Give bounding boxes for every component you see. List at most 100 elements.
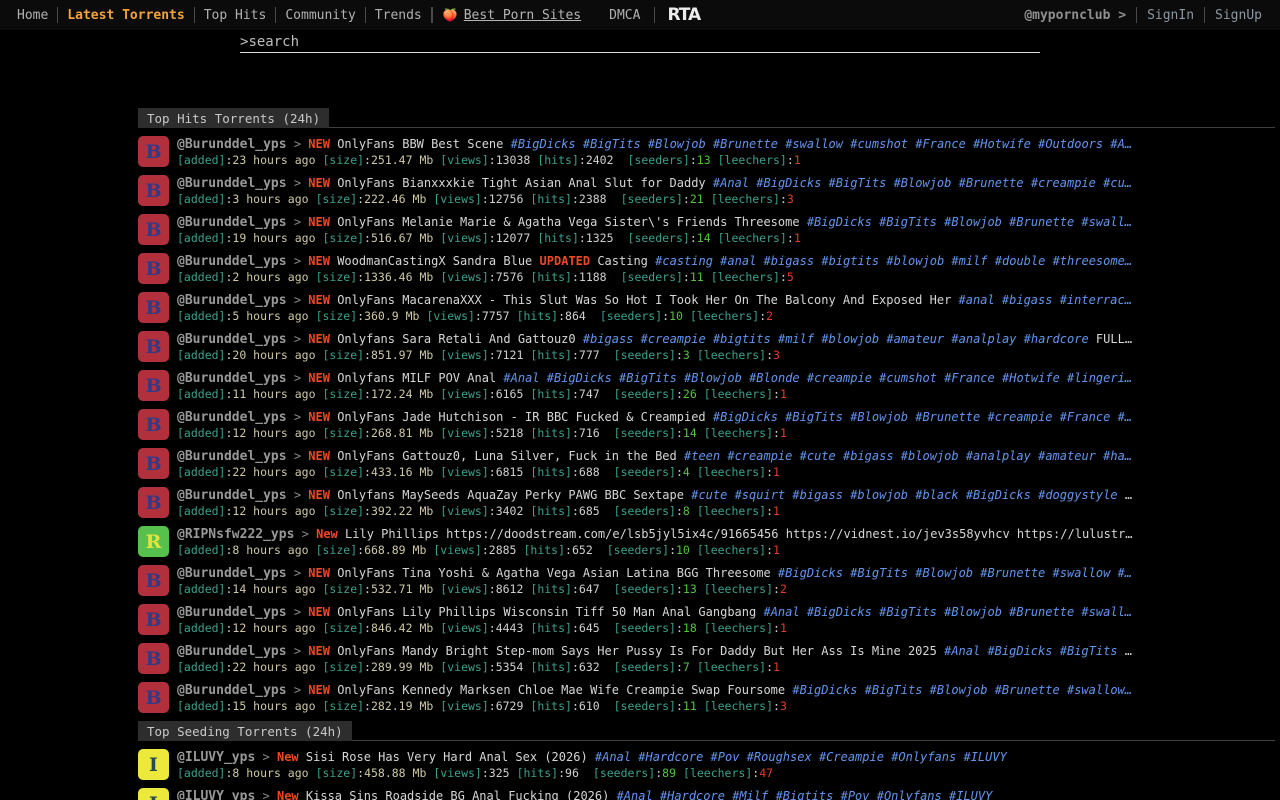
torrent-title[interactable]: OnlyFans Tina Yoshi & Agatha Vega Asian …	[337, 566, 770, 580]
tag-link[interactable]: #…	[1118, 410, 1132, 424]
torrent-title[interactable]: …	[1125, 644, 1132, 658]
tag-link[interactable]: #Blonde	[749, 371, 800, 385]
tag-link[interactable]: #swall…	[1081, 605, 1132, 619]
tag-link[interactable]: #…	[1118, 566, 1132, 580]
tag-link[interactable]: #France	[1060, 410, 1111, 424]
user-avatar[interactable]: B	[138, 448, 169, 479]
tag-link[interactable]: #Roughsex	[747, 750, 812, 764]
nav-item-home[interactable]: Home	[8, 8, 57, 23]
tag-link[interactable]: #BigDicks	[966, 488, 1031, 502]
tag-link[interactable]: #BigDicks	[792, 683, 857, 697]
tag-link[interactable]: #swallow…	[1067, 683, 1132, 697]
torrent-title[interactable]: OnlyFans Bianxxxkie Tight Asian Anal Slu…	[337, 176, 705, 190]
tag-link[interactable]: #Pov	[711, 750, 740, 764]
tag-link[interactable]: #ha…	[1103, 449, 1132, 463]
tag-link[interactable]: #BigDicks	[713, 410, 778, 424]
tag-link[interactable]: #teen	[684, 449, 720, 463]
user-link[interactable]: @ILUVY_yps	[177, 750, 255, 765]
tag-link[interactable]: #BigTits	[785, 410, 843, 424]
user-avatar[interactable]: B	[138, 292, 169, 323]
tag-link[interactable]: #Onlyfans	[877, 789, 942, 800]
tag-link[interactable]: #cumshot	[850, 137, 908, 151]
tag-link[interactable]: #Brunette	[915, 410, 980, 424]
user-link[interactable]: @ILUVY_yps	[177, 789, 255, 800]
user-avatar[interactable]: R	[138, 526, 169, 557]
tag-link[interactable]: #BigTits	[619, 371, 677, 385]
tag-link[interactable]: #Blowjob	[944, 215, 1002, 229]
user-link[interactable]: @Burunddel_yps	[177, 371, 287, 386]
nav-item-top-hits[interactable]: Top Hits	[195, 8, 276, 23]
tag-link[interactable]: #bigass	[583, 332, 634, 346]
user-link[interactable]: @Burunddel_yps	[177, 644, 287, 659]
user-avatar[interactable]: B	[138, 565, 169, 596]
tag-link[interactable]: #Hardcore	[660, 789, 725, 800]
torrent-title[interactable]: Lily Phillips https://doodstream.com/e/l…	[345, 527, 1132, 541]
tag-link[interactable]: #blowjob	[901, 449, 959, 463]
user-avatar[interactable]: B	[138, 409, 169, 440]
tag-link[interactable]: #amateur	[1038, 449, 1096, 463]
tag-link[interactable]: #BigDicks	[756, 176, 821, 190]
tag-link[interactable]: #Anal	[713, 176, 749, 190]
nav-item-community[interactable]: Community	[276, 8, 364, 23]
tag-link[interactable]: #Hotwife	[1002, 371, 1060, 385]
torrent-title[interactable]: OnlyFans Mandy Bright Step-mom Says Her …	[337, 644, 937, 658]
torrent-title[interactable]: …	[1125, 488, 1132, 502]
tag-link[interactable]: #threesome…	[1053, 254, 1132, 268]
tag-link[interactable]: #bigass	[1002, 293, 1053, 307]
user-avatar[interactable]: B	[138, 214, 169, 245]
tag-link[interactable]: #Blowjob	[944, 605, 1002, 619]
tag-link[interactable]: #Anal	[944, 644, 980, 658]
torrent-title[interactable]: WoodmanCastingX Sandra Blue	[337, 254, 532, 268]
tag-link[interactable]: #France	[915, 137, 966, 151]
user-link[interactable]: @Burunddel_yps	[177, 137, 287, 152]
tag-link[interactable]: #lingeri…	[1067, 371, 1132, 385]
tag-link[interactable]: #Brunette	[1009, 215, 1074, 229]
tag-link[interactable]: #Creampie	[819, 750, 884, 764]
torrent-title[interactable]: OnlyFans Melanie Marie & Agatha Vega Sis…	[337, 215, 799, 229]
tag-link[interactable]: #interrac…	[1060, 293, 1132, 307]
tag-link[interactable]: #Onlyfans	[891, 750, 956, 764]
torrent-title[interactable]: Sisi Rose Has Very Hard Anal Sex (2026)	[306, 750, 588, 764]
tag-link[interactable]: #BigTits	[583, 137, 641, 151]
tag-link[interactable]: #bigass	[843, 449, 894, 463]
torrent-title[interactable]: OnlyFans Gattouz0, Luna Silver, Fuck in …	[337, 449, 677, 463]
tag-link[interactable]: #bigtits	[821, 254, 879, 268]
tag-link[interactable]: #BigTits	[865, 683, 923, 697]
torrent-title[interactable]: Kissa Sins Roadside BG Anal Fucking (202…	[306, 789, 609, 800]
user-link[interactable]: @RIPNsfw222_yps	[177, 527, 294, 542]
tag-link[interactable]: #bigass	[792, 488, 843, 502]
torrent-title[interactable]: OnlyFans Kennedy Marksen Chloe Mae Wife …	[337, 683, 785, 697]
search-input[interactable]	[248, 34, 1008, 50]
tag-link[interactable]: #BigDicks	[807, 215, 872, 229]
tag-link[interactable]: #cute	[800, 449, 836, 463]
tag-link[interactable]: #Anal	[503, 371, 539, 385]
nav-item-latest-torrents[interactable]: Latest Torrents	[58, 8, 193, 23]
tag-link[interactable]: #double	[995, 254, 1046, 268]
tag-link[interactable]: #Brunette	[959, 176, 1024, 190]
signup-link[interactable]: SignUp	[1205, 8, 1272, 23]
torrent-title[interactable]: Onlyfans MaySeeds AquaZay Perky PAWG BBC…	[337, 488, 684, 502]
tag-link[interactable]: #creampie	[1031, 176, 1096, 190]
tag-link[interactable]: #A…	[1110, 137, 1132, 151]
user-link[interactable]: @Burunddel_yps	[177, 683, 287, 698]
tag-link[interactable]: #milf	[951, 254, 987, 268]
tag-link[interactable]: #Hardcore	[638, 750, 703, 764]
tag-link[interactable]: #blowjob	[821, 332, 879, 346]
user-avatar[interactable]: B	[138, 487, 169, 518]
tag-link[interactable]: #creampie	[641, 332, 706, 346]
torrent-title[interactable]: OnlyFans BBW Best Scene	[337, 137, 503, 151]
tag-link[interactable]: #Pov	[841, 789, 870, 800]
tag-link[interactable]: #cumshot	[879, 371, 937, 385]
tag-link[interactable]: #doggystyle	[1038, 488, 1117, 502]
tag-link[interactable]: #anal	[959, 293, 995, 307]
best-porn-sites-link[interactable]: 🍑Best Porn Sites	[433, 8, 591, 23]
tag-link[interactable]: #ILUVY	[963, 750, 1006, 764]
tag-link[interactable]: #Outdoors	[1038, 137, 1103, 151]
torrent-title[interactable]: OnlyFans Jade Hutchison - IR BBC Fucked …	[337, 410, 705, 424]
torrent-title[interactable]: Casting	[597, 254, 648, 268]
tag-link[interactable]: #Bigtits	[776, 789, 834, 800]
tag-link[interactable]: #bigtits	[713, 332, 771, 346]
tag-link[interactable]: #BigDicks	[778, 566, 843, 580]
dmca-link[interactable]: DMCA	[591, 8, 654, 23]
torrent-title[interactable]: FULL…	[1096, 332, 1132, 346]
